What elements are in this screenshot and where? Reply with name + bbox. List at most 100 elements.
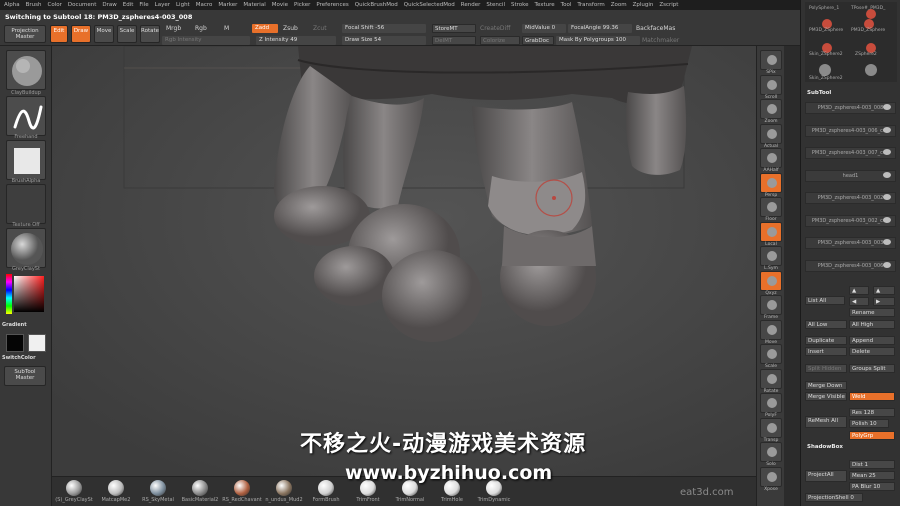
menu-item-light[interactable]: Light [176,2,190,8]
material-swatch[interactable] [150,480,166,496]
dist-slider[interactable]: Dist 1 [849,460,895,469]
list-all-button[interactable]: List All [805,296,845,305]
view-rotate-button[interactable] [760,368,782,389]
view-local-button[interactable] [760,221,782,242]
menu-item-material[interactable]: Material [243,2,265,8]
projection-master-button[interactable]: Projection Master [4,25,46,43]
move-button[interactable]: Move [94,25,114,43]
secondary-color-swatch[interactable] [28,334,46,352]
texture-thumbnail[interactable] [6,184,46,224]
view-qxyz-button[interactable] [760,270,782,291]
view-scale-button[interactable] [760,344,782,364]
arrow-up-button[interactable]: ▲ [849,286,869,295]
zcut-button[interactable]: Zcut [313,25,327,32]
menu-item-transform[interactable]: Transform [577,2,604,8]
delete-button[interactable]: Delete [849,347,895,356]
insert-button[interactable]: Insert [805,347,847,356]
menu-item-alpha[interactable]: Alpha [4,2,20,8]
menu-item-brush[interactable]: Brush [26,2,42,8]
material-swatch[interactable] [66,480,82,496]
scale-button[interactable]: Scale [117,25,137,43]
visibility-eye-icon[interactable] [883,239,891,245]
switchcolor-label[interactable]: SwitchColor [2,355,46,361]
view-actual-button[interactable] [760,123,782,144]
zsub-button[interactable]: Zsub [283,25,298,32]
matchmaker-button[interactable]: Matchmaker [642,37,679,44]
shadowbox-label[interactable]: ShadowBox [807,444,843,450]
mrgb-button[interactable]: Mrgb [166,25,181,32]
backface-mask-button[interactable]: BackfaceMas [636,25,675,32]
menu-item-layer[interactable]: Layer [155,2,170,8]
view-aahalf-button[interactable] [760,148,782,168]
menu-item-movie[interactable]: Movie [272,2,288,8]
del-mt-button[interactable]: DelMT [432,36,476,45]
menu-item-zoom[interactable]: Zoom [611,2,627,8]
material-swatch[interactable] [318,480,334,496]
view-move-button[interactable] [760,319,782,340]
visibility-eye-icon[interactable] [883,216,891,223]
tool-thumb-label-5[interactable]: ZSphere2 [855,52,877,57]
subtool-master-button[interactable]: SubTool Master [4,366,46,386]
visibility-eye-icon[interactable] [883,104,891,110]
edit-button[interactable]: Edit [50,25,68,43]
subtool-header[interactable]: SubTool [807,90,831,96]
menu-item-marker[interactable]: Marker [218,2,237,8]
remesh-all-button[interactable]: ReMesh All [805,416,847,428]
tool-thumb-label-3[interactable]: PM3D_ZSphere [851,28,885,33]
polygrp-button[interactable]: PolyGrp [849,431,895,440]
view-zoom-button[interactable] [760,99,782,119]
groups-split-button[interactable]: Groups Split [849,364,895,373]
colorize-button[interactable]: Colorize [480,36,520,45]
pa-blur-slider[interactable]: PA Blur 10 [849,482,895,491]
view-transp-button[interactable] [760,417,782,438]
rotate-button[interactable]: Rotate [140,25,160,43]
rename-button[interactable]: Rename [849,308,895,317]
visibility-eye-icon[interactable] [883,126,891,133]
menu-item-stroke[interactable]: Stroke [511,2,529,8]
menu-item-quickbrushmod[interactable]: QuickBrushMod [355,2,398,8]
view-spix-button[interactable] [760,50,782,70]
visibility-eye-icon[interactable] [883,194,891,200]
menu-item-macro[interactable]: Macro [196,2,213,8]
split-hidden-button[interactable]: Split Hidden [805,364,847,373]
view-xpose-button[interactable] [760,466,782,487]
view-frame-button[interactable] [760,295,782,315]
arrow-up-alt-button[interactable]: ▲ [873,286,895,295]
material-thumbnail[interactable] [6,228,46,268]
mid-value-slider[interactable]: MidValue 0 [522,24,566,33]
arrow-right-button[interactable]: ▶ [873,297,895,306]
alpha-thumbnail[interactable] [6,140,46,180]
tool-thumb-label-6[interactable]: Skin_ZSphere2 [809,76,843,81]
polish-slider[interactable]: Polish 10 [849,419,889,428]
brush-thumbnail[interactable] [6,50,46,90]
color-picker[interactable] [6,274,46,314]
view-solo-button[interactable] [760,442,782,462]
mean-slider[interactable]: Mean 25 [849,471,895,480]
menu-item-tool[interactable]: Tool [561,2,572,8]
primary-color-swatch[interactable] [6,334,24,352]
menu-item-stencil[interactable]: Stencil [486,2,505,8]
merge-down-button[interactable]: Merge Down [805,381,847,390]
res-slider[interactable]: Res 128 [849,408,895,417]
menu-item-draw[interactable]: Draw [102,2,116,8]
menu-item-color[interactable]: Color [48,2,62,8]
view-polyf-button[interactable] [760,393,782,413]
store-mt-button[interactable]: StoreMT [432,24,476,33]
menu-item-texture[interactable]: Texture [535,2,555,8]
material-swatch[interactable] [192,480,208,496]
weld-button[interactable]: Weld [849,392,895,401]
material-swatch[interactable] [234,480,250,496]
menu-item-edit[interactable]: Edit [123,2,134,8]
projection-shell-slider[interactable]: ProjectionShell 0 [805,493,863,502]
menu-item-picker[interactable]: Picker [294,2,310,8]
view-persp-button[interactable] [760,172,782,193]
draw-size-slider[interactable]: Draw Size 54 [342,36,426,45]
all-high-button[interactable]: All High [849,320,895,329]
create-diff-label[interactable]: CreateDiff [480,25,510,32]
focal-shift-slider[interactable]: Focal Shift -56 [342,24,426,33]
duplicate-button[interactable]: Duplicate [805,336,847,345]
append-button[interactable]: Append [849,336,895,345]
stroke-thumbnail[interactable] [6,96,46,136]
rgb-intensity-slider[interactable]: Rgb Intensity [162,36,250,45]
menu-item-zscript[interactable]: Zscript [659,2,678,8]
